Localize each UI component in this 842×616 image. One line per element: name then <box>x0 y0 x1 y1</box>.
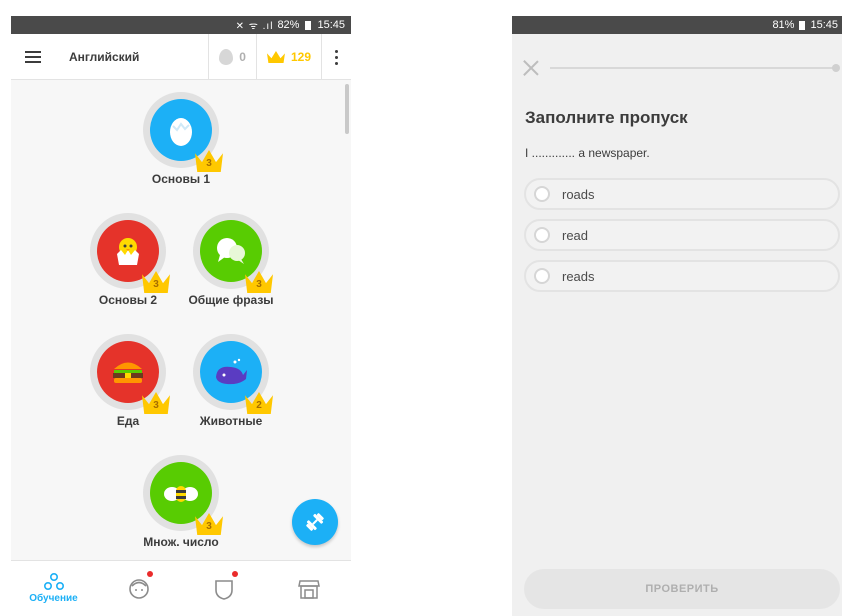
radio-button[interactable] <box>534 268 550 284</box>
app-bar: Английский 0 129 <box>11 34 351 80</box>
profile-icon <box>128 578 149 599</box>
status-bar: 81% 15:45 <box>512 16 842 34</box>
skill-tree: 3 Основы 1 3 Основы 2 3 Общие фразы 3 Ед… <box>11 80 351 560</box>
close-icon[interactable] <box>522 59 540 77</box>
answer-option[interactable]: read <box>524 219 840 251</box>
skill-label: Животные <box>199 414 263 428</box>
dumbbell-icon <box>306 513 324 531</box>
skill-label: Основы 2 <box>98 293 158 307</box>
shop-icon <box>297 579 320 599</box>
skill-plurals[interactable]: 3 Множ. число <box>126 455 236 549</box>
question-title: Заполните пропуск <box>525 108 688 127</box>
shield-icon <box>214 579 233 600</box>
skill-basics-1[interactable]: 3 Основы 1 <box>126 92 236 186</box>
crowns-count: 129 <box>290 50 311 64</box>
crown-level-badge: 3 <box>142 392 170 414</box>
crown-level-badge: 3 <box>245 271 273 293</box>
course-title: Английский <box>69 49 140 64</box>
speech-bubbles-icon <box>217 238 245 264</box>
skill-basics-2[interactable]: 3 Основы 2 <box>73 213 183 307</box>
progress-indicator <box>832 64 840 72</box>
nav-profile[interactable] <box>96 561 181 616</box>
skill-animals[interactable]: 2 Животные <box>176 334 286 428</box>
battery-icon <box>799 20 806 30</box>
flame-icon <box>219 49 234 65</box>
check-button[interactable]: ПРОВЕРИТЬ <box>524 569 840 609</box>
streak-count: 0 <box>239 50 246 64</box>
lesson-header <box>512 50 842 86</box>
answer-option-label: read <box>562 227 589 243</box>
answer-option-label: roads <box>562 186 595 202</box>
skill-label: Основы 1 <box>151 172 211 186</box>
skill-label: Множ. число <box>143 535 219 549</box>
exercise-screen: 81% 15:45 Заполните пропуск I ..........… <box>512 16 842 616</box>
answer-option[interactable]: reads <box>524 260 840 292</box>
battery-percent: 81% <box>772 19 795 31</box>
answer-option-label: reads <box>562 268 595 284</box>
status-icons: ✕ ᯤ .ıl <box>235 21 274 32</box>
practice-button[interactable] <box>292 499 338 545</box>
bees-icon <box>164 486 198 502</box>
nav-learn-label: Обучение <box>29 593 78 604</box>
menu-icon[interactable] <box>11 34 55 80</box>
crown-level-badge: 3 <box>142 271 170 293</box>
notification-dot <box>231 571 238 577</box>
chick-icon <box>117 238 139 265</box>
skill-food[interactable]: 3 Еда <box>73 334 183 428</box>
nav-leagues[interactable] <box>181 561 266 616</box>
crown-level-badge: 2 <box>245 392 273 414</box>
learn-icon <box>43 573 64 590</box>
radio-button[interactable] <box>534 227 550 243</box>
more-options-icon[interactable] <box>321 34 351 80</box>
status-time: 15:45 <box>810 19 838 31</box>
answer-options: roads read reads <box>524 178 840 292</box>
burger-icon <box>113 362 143 383</box>
whale-icon <box>216 358 247 385</box>
battery-icon <box>305 20 312 30</box>
course-screen: ✕ ᯤ .ıl 82% 15:45 Английский 0 129 3 Осн… <box>11 16 351 616</box>
crown-level-badge: 3 <box>195 150 223 172</box>
radio-button[interactable] <box>534 186 550 202</box>
crown-icon <box>267 51 285 63</box>
egg-icon <box>170 118 192 146</box>
crowns-counter[interactable]: 129 <box>255 34 321 80</box>
skill-label: Общие фразы <box>188 293 274 307</box>
question-sentence: I ............. a newspaper. <box>525 146 650 160</box>
crown-level-badge: 3 <box>195 513 223 535</box>
notification-dot <box>146 571 153 577</box>
status-time: 15:45 <box>317 19 345 31</box>
nav-shop[interactable] <box>266 561 351 616</box>
skill-common-phrases[interactable]: 3 Общие фразы <box>176 213 286 307</box>
lesson-progress-bar <box>550 64 840 72</box>
skill-label: Еда <box>116 414 140 428</box>
status-bar: ✕ ᯤ .ıl 82% 15:45 <box>11 16 351 34</box>
battery-percent: 82% <box>277 19 300 31</box>
streak-counter[interactable]: 0 <box>208 34 256 80</box>
check-button-label: ПРОВЕРИТЬ <box>645 583 719 595</box>
bottom-navigation: Обучение <box>11 560 351 616</box>
nav-learn[interactable]: Обучение <box>11 561 96 616</box>
answer-option[interactable]: roads <box>524 178 840 210</box>
